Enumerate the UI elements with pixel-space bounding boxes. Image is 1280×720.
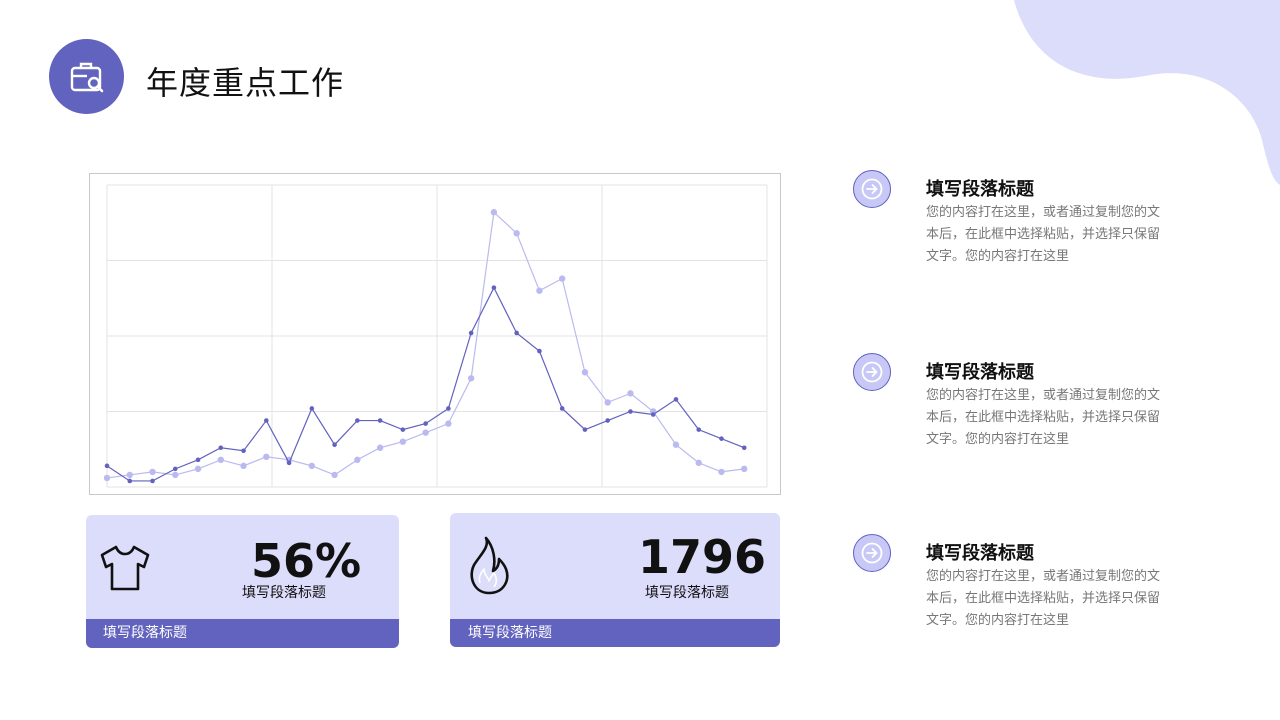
stat-value: 1796 [638, 530, 767, 584]
data-point [628, 409, 633, 414]
series-line-1 [106, 286, 745, 482]
data-point [308, 462, 316, 470]
data-point [195, 457, 201, 463]
stat-card-flame: 1796 填写段落标题 填写段落标题 [450, 513, 780, 647]
data-point [673, 397, 679, 402]
data-point [103, 474, 111, 482]
data-point [194, 465, 202, 473]
data-point [559, 406, 565, 411]
data-point [309, 406, 315, 411]
data-point [241, 448, 246, 454]
data-point [264, 418, 269, 423]
line-chart [103, 184, 768, 488]
flame-icon [466, 535, 512, 601]
data-point [217, 456, 224, 464]
data-point [422, 429, 429, 436]
data-point [263, 453, 270, 460]
data-point [582, 427, 588, 432]
data-point [355, 418, 360, 423]
page-title: 年度重点工作 [146, 64, 345, 102]
item-body: 您的内容打在这里，或者通过复制您的文本后，在此框中选择粘贴，并选择只保留文字。您… [926, 205, 1161, 264]
data-point [581, 369, 589, 376]
data-point [127, 478, 133, 484]
series-line-2 [106, 210, 745, 479]
data-point [627, 390, 634, 397]
data-point [240, 462, 247, 470]
data-point [376, 444, 384, 451]
card-footer-label: 填写段落标题 [86, 619, 399, 648]
stat-subtitle: 填写段落标题 [242, 585, 326, 601]
data-point [354, 456, 361, 464]
card-footer-label: 填写段落标题 [450, 619, 780, 647]
item-body: 您的内容打在这里，或者通过复制您的文本后，在此框中选择粘贴，并选择只保留文字。您… [926, 388, 1161, 447]
data-point [604, 399, 611, 406]
item-title: 填写段落标题 [926, 179, 1034, 200]
data-point [218, 445, 224, 451]
data-point [490, 208, 498, 216]
data-point [172, 466, 178, 472]
data-point [513, 230, 520, 237]
data-point [467, 375, 475, 382]
data-point [332, 442, 337, 448]
stat-subtitle: 填写段落标题 [645, 585, 729, 601]
data-point [331, 471, 338, 479]
data-point [446, 406, 451, 411]
data-point [150, 478, 155, 484]
briefcase-search-icon [49, 39, 124, 114]
data-point [741, 465, 748, 473]
stat-card-tshirt: 56% 填写段落标题 填写段落标题 [86, 515, 399, 648]
data-point [104, 463, 110, 469]
data-point [695, 459, 702, 467]
item-title: 填写段落标题 [926, 362, 1034, 383]
data-point [719, 436, 724, 441]
data-point [468, 330, 474, 336]
arrow-right-icon[interactable] [853, 170, 891, 208]
arrow-right-icon[interactable] [853, 534, 891, 572]
data-point [514, 330, 519, 336]
data-point [399, 438, 407, 445]
stat-value: 56% [251, 534, 362, 588]
data-point [696, 427, 702, 432]
data-point [558, 275, 566, 282]
data-point [400, 427, 406, 432]
data-point [377, 418, 383, 423]
data-point [423, 421, 428, 426]
data-point [741, 445, 747, 451]
data-point [536, 287, 543, 294]
data-point [718, 468, 725, 476]
data-point [605, 418, 610, 423]
item-title: 填写段落标题 [926, 543, 1034, 564]
data-point [149, 468, 156, 476]
data-point [286, 460, 292, 466]
data-point [650, 412, 656, 417]
data-point [491, 285, 497, 290]
arrow-right-icon[interactable] [853, 353, 891, 391]
data-point [126, 471, 133, 479]
data-point [672, 441, 680, 448]
t-shirt-icon [98, 543, 152, 597]
data-point [537, 348, 542, 354]
data-point [445, 420, 452, 427]
data-point [172, 471, 179, 479]
item-body: 您的内容打在这里，或者通过复制您的文本后，在此框中选择粘贴，并选择只保留文字。您… [926, 569, 1161, 628]
